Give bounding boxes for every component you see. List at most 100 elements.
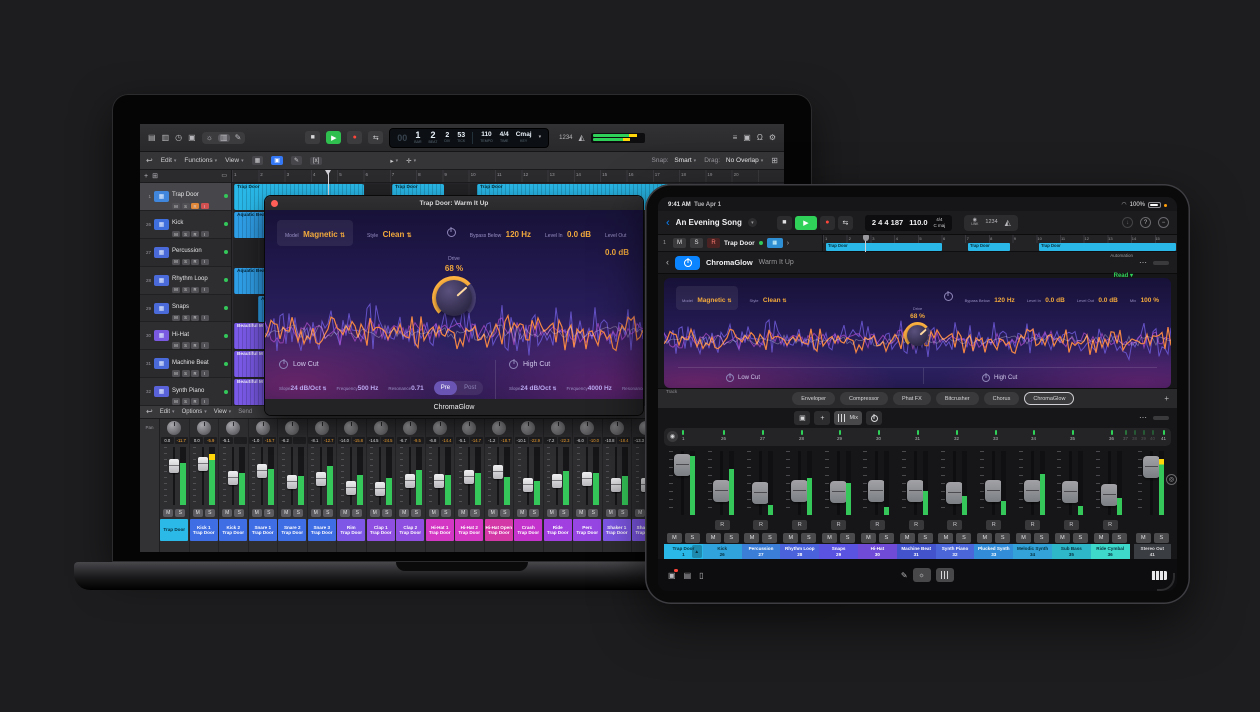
solo-button[interactable]: S: [182, 231, 190, 238]
collapse-chevron-icon[interactable]: ▴: [692, 545, 702, 558]
menu-edit[interactable]: Edit▾: [161, 157, 177, 164]
link-icon[interactable]: ◉LINK: [971, 218, 978, 226]
fader-handle[interactable]: [464, 470, 474, 484]
channel-label[interactable]: Hi-Hat 30 ▴: [858, 544, 897, 559]
volume-fader[interactable]: [191, 445, 216, 507]
channel-strip[interactable]: -5.1 M S: [219, 419, 249, 552]
back-chevron-icon[interactable]: ‹: [666, 217, 670, 229]
mute-button[interactable]: M: [938, 533, 953, 543]
record-enable-button[interactable]: R: [1064, 520, 1079, 530]
low-cut-power-icon[interactable]: [726, 374, 734, 382]
channel-label[interactable]: Plucked Synth 33 ▴: [974, 544, 1013, 559]
play-button[interactable]: ▶: [795, 216, 817, 230]
record-enable-button[interactable]: R: [986, 520, 1001, 530]
channel-strip[interactable]: -5.1 -14.7 M S: [455, 419, 485, 552]
channel-label[interactable]: Crash Trap Door: [514, 519, 542, 541]
solo-button[interactable]: S: [995, 533, 1010, 543]
mixer-menu-edit[interactable]: Edit▾: [160, 409, 175, 415]
plugin-slot-button[interactable]: Enveloper: [792, 392, 835, 405]
volume-fader[interactable]: [516, 445, 541, 507]
channel-strip[interactable]: -1.2 -18.7 M S: [485, 419, 515, 552]
metronome-icon[interactable]: ◭: [1005, 219, 1011, 227]
fader-handle[interactable]: [611, 478, 621, 492]
channel-strip[interactable]: R M S Trap Door 1 ▴: [664, 448, 703, 559]
channel-strip[interactable]: 0.0 -5.9 M S: [190, 419, 220, 552]
channel-ruler-cell[interactable]: 1: [682, 430, 685, 441]
channel-label[interactable]: Kick 2 Trap Door: [219, 519, 247, 541]
fader-handle[interactable]: [1143, 456, 1160, 478]
record-button[interactable]: ●: [820, 216, 835, 230]
channel-strip[interactable]: -6.0 -10.0 M S: [573, 419, 603, 552]
pan-knob[interactable]: [551, 421, 565, 435]
pre-button[interactable]: Pre: [434, 381, 457, 395]
chromaglow-window[interactable]: Trap Door: Warm It Up Model Magnetic ⇅ S…: [265, 196, 643, 415]
track-header[interactable]: 29 ▦ Snaps M S R I: [140, 295, 231, 323]
solo-button[interactable]: S: [690, 238, 703, 248]
mute-button[interactable]: M: [977, 533, 992, 543]
volume-fader[interactable]: [860, 448, 894, 518]
plugin-slot-button[interactable]: Phat FX: [893, 392, 931, 405]
channel-ruler-cell[interactable]: 26: [721, 430, 726, 441]
mute-button[interactable]: M: [281, 509, 291, 517]
mixer-more-icon[interactable]: ⋯: [1139, 414, 1147, 422]
back-icon[interactable]: ↩: [146, 157, 153, 165]
bypass-below-control[interactable]: Bypass Below 120 Hz: [965, 286, 1015, 307]
pan-knob[interactable]: [197, 421, 211, 435]
pan-knob[interactable]: [492, 421, 506, 435]
play-button[interactable]: ▶: [326, 131, 341, 144]
plugin-preset[interactable]: Warm It Up: [759, 259, 794, 266]
level-in-control[interactable]: Level In 0.0 dB: [1027, 286, 1065, 307]
channel-ruler-cell[interactable]: 37: [1123, 430, 1128, 441]
plugin-slot-button[interactable]: Bitcrusher: [936, 392, 979, 405]
pan-knob[interactable]: [580, 421, 594, 435]
volume-fader[interactable]: [309, 445, 334, 507]
lcd-display[interactable]: 2 4 4 187 110.0 4/4C maj: [865, 215, 952, 231]
library-icon[interactable]: ▤: [148, 134, 156, 142]
mute-button[interactable]: M: [172, 203, 180, 210]
volume-fader[interactable]: [1135, 448, 1169, 518]
mute-button[interactable]: M: [517, 509, 527, 517]
solo-button[interactable]: S: [182, 287, 190, 294]
more-icon[interactable]: ⋯: [1139, 259, 1147, 267]
output-monitor-icon[interactable]: ◎: [1166, 474, 1177, 485]
plugin-slot-button[interactable]: Chorus: [984, 392, 1020, 405]
mute-button[interactable]: M: [488, 509, 498, 517]
settings-icon[interactable]: ⚙: [769, 134, 776, 142]
input-monitor-button[interactable]: I: [201, 203, 209, 210]
stop-button[interactable]: ■: [777, 216, 792, 230]
channel-strip[interactable]: R M S Rhythm Loop 28 ▴: [780, 448, 819, 559]
mute-button[interactable]: M: [193, 509, 203, 517]
record-enable-button[interactable]: R: [870, 520, 885, 530]
mute-button[interactable]: M: [576, 509, 586, 517]
mixer-menu-send[interactable]: Send: [238, 409, 252, 415]
solo-button[interactable]: S: [588, 509, 598, 517]
channel-strip-view-icon[interactable]: ▣: [794, 411, 810, 425]
channel-strip[interactable]: -7.2 -22.3 M S: [544, 419, 574, 552]
pointer-tool[interactable]: ▸▾: [390, 157, 398, 165]
channel-strip[interactable]: R M S Sub Bass 35 ▴: [1052, 448, 1091, 559]
channel-strip[interactable]: -6.7 -9.5 M S: [396, 419, 426, 552]
volume-fader[interactable]: [545, 445, 570, 507]
quick-help-icon[interactable]: ◷: [175, 134, 182, 142]
volume-fader[interactable]: [221, 445, 246, 507]
add-track-button[interactable]: +: [144, 173, 148, 180]
mix-control[interactable]: Mix 100 %: [1130, 286, 1159, 307]
record-enable-button[interactable]: R: [191, 259, 199, 266]
mute-button[interactable]: M: [172, 231, 180, 238]
fader-handle[interactable]: [946, 482, 963, 504]
record-enable-button[interactable]: R: [909, 520, 924, 530]
solo-button[interactable]: S: [1154, 533, 1169, 543]
lcd-display[interactable]: 00 1BAR 2BEAT 2DIV 53TICK 110TEMPO 4/4TI…: [389, 128, 549, 148]
solo-button[interactable]: S: [323, 509, 333, 517]
pan-knob[interactable]: [344, 421, 358, 435]
record-enable-button[interactable]: R: [792, 520, 807, 530]
volume-fader[interactable]: [666, 448, 700, 518]
channel-label[interactable]: Stereo Out 41: [1134, 544, 1171, 559]
record-enable-button[interactable]: R: [707, 238, 720, 248]
mute-button[interactable]: M: [172, 287, 180, 294]
high-cut-frequency[interactable]: Frequency4000 Hz: [566, 377, 611, 395]
pan-knob[interactable]: [256, 421, 270, 435]
track-header[interactable]: 1 ▦ Trap Door M S R I: [140, 183, 231, 211]
fader-handle[interactable]: [1062, 481, 1079, 503]
solo-button[interactable]: S: [182, 370, 190, 377]
